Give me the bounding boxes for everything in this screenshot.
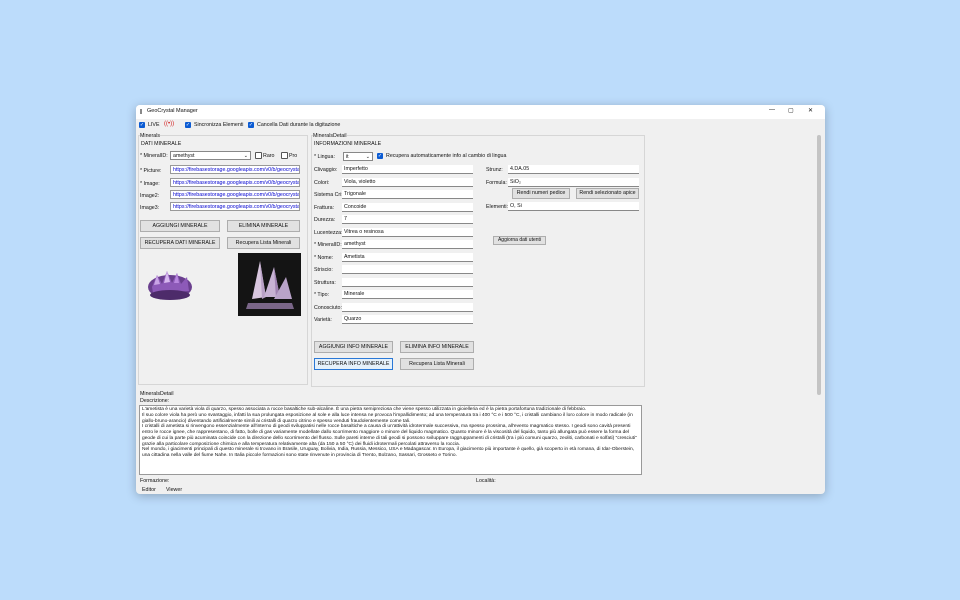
auto-fetch-label: Recupera automaticamente info al cambio …: [386, 153, 507, 159]
window-title: GeoCrystal Manager: [147, 108, 198, 114]
fetch-mineral-button[interactable]: RECUPERA DATI MINERALE: [140, 237, 220, 249]
live-checkbox[interactable]: ✓: [139, 122, 145, 128]
lingua-label: * Lingua:: [314, 154, 335, 160]
descrizione-label: Descrizione:: [140, 398, 170, 404]
image-url-field[interactable]: https://firebasestorage.googleapis.com/v…: [170, 178, 300, 187]
picture-label: * Picture:: [140, 168, 162, 174]
auto-fetch-checkbox[interactable]: ✓: [377, 153, 383, 159]
pro-label: Pro: [289, 153, 298, 159]
lingua-select[interactable]: it ⌄: [343, 152, 373, 161]
live-signal-icon: ((•)): [164, 121, 175, 127]
live-label: LIVE: [148, 122, 160, 128]
frattura-field[interactable]: Concoide: [342, 203, 473, 212]
strunz-label: Strunz:: [486, 167, 503, 173]
bottom-group-title: MineralsDetail: [140, 391, 174, 397]
close-button[interactable]: ✕: [808, 107, 813, 114]
field-label: * Nome:: [314, 255, 334, 261]
image-image: [238, 253, 301, 316]
delete-info-button[interactable]: ELIMINA INFO MINERALE: [400, 341, 474, 353]
lucentezza-field[interactable]: Vitrea o resinosa: [342, 228, 473, 237]
localita-label: Località:: [476, 478, 496, 484]
delete-mineral-button[interactable]: ELIMINA MINERALE: [227, 220, 300, 232]
maximize-button[interactable]: ▢: [788, 107, 794, 114]
field-label: Clivaggio:: [314, 167, 338, 173]
raro-label: Raro: [263, 153, 275, 159]
sync-label: Sincronizza Elementi: [194, 122, 244, 128]
varieta-field[interactable]: Quarzo: [342, 315, 473, 324]
image-label: * Image:: [140, 181, 160, 187]
update-users-button[interactable]: Aggiorna dati utenti: [493, 236, 546, 245]
mineral-id-value: amethyst: [173, 153, 195, 159]
superscript-selection-button[interactable]: Rendi selezionato apice: [576, 188, 639, 199]
durezza-field[interactable]: 7: [342, 215, 473, 224]
details-section-title: INFORMAZIONI MINERALE: [314, 141, 382, 147]
image2-label: Image2:: [140, 193, 160, 199]
minimize-button[interactable]: —: [769, 107, 775, 113]
formula-label: Formula:: [486, 180, 507, 186]
fetch-info-button[interactable]: RECUPERA INFO MINERALE: [314, 358, 393, 370]
picture-image: [143, 257, 195, 309]
add-mineral-button[interactable]: AGGIUNGI MINERALE: [140, 220, 220, 232]
formazione-label: Formazione:: [140, 478, 170, 484]
clear-checkbox[interactable]: ✓: [248, 122, 254, 128]
chevron-down-icon: ⌄: [365, 154, 370, 160]
elementi-field[interactable]: O, Si: [508, 202, 639, 211]
formula-field[interactable]: SiO₂: [508, 178, 639, 187]
fetch-mineral-list-button[interactable]: Recupera Lista Minerali: [227, 237, 300, 249]
image3-label: Image3:: [140, 205, 160, 211]
field-label: Struttura:: [314, 280, 336, 286]
tipo-field[interactable]: Minerale: [342, 290, 473, 299]
struttura-field[interactable]: [342, 278, 473, 287]
sync-checkbox[interactable]: ✓: [185, 122, 191, 128]
minerals-group-title: Minerals: [140, 133, 161, 139]
field-label: * MineralID:: [314, 242, 342, 248]
picture-url-field[interactable]: https://firebasestorage.googleapis.com/v…: [170, 165, 300, 174]
field-label: Lucentezza:: [314, 230, 343, 236]
subscript-numbers-button[interactable]: Rendi numeri pedice: [512, 188, 570, 199]
sistema-cristallino-field[interactable]: Trigonale: [342, 190, 473, 199]
mineral-id-label: * MineralID:: [140, 153, 168, 159]
image3-url-field[interactable]: https://firebasestorage.googleapis.com/v…: [170, 202, 300, 211]
chevron-down-icon: ⌄: [243, 153, 248, 159]
colori-field[interactable]: Viola, violetto: [342, 178, 473, 187]
field-label: Sistema Cri:: [314, 192, 343, 198]
clear-label: Cancella Dati durante la digitazione: [257, 122, 341, 128]
details-group-title: MineralsDetail: [313, 133, 347, 139]
clivaggio-field[interactable]: Imperfetto: [342, 165, 473, 174]
conosciuto-field[interactable]: [342, 303, 473, 312]
vertical-scrollbar[interactable]: [817, 135, 821, 395]
minerals-section-title: DATI MINERALE: [141, 141, 182, 147]
image2-url-field[interactable]: https://firebasestorage.googleapis.com/v…: [170, 190, 300, 199]
strunz-field[interactable]: 4.DA.05: [508, 165, 639, 174]
app-window: GeoCrystal Manager — ▢ ✕ ✓ LIVE ((•)) ✓ …: [136, 105, 825, 494]
description-textarea[interactable]: L'ametista è una varietà viola di quarzo…: [139, 405, 642, 475]
tab-editor[interactable]: Editor: [142, 487, 156, 493]
detail-mineral-id-field[interactable]: amethyst: [342, 240, 473, 249]
field-label: * Tipo:: [314, 292, 330, 298]
field-label: Conosciuto:: [314, 305, 342, 311]
nome-field[interactable]: Ametista: [342, 253, 473, 262]
mineral-id-select[interactable]: amethyst ⌄: [170, 151, 251, 160]
lingua-value: it: [346, 154, 349, 160]
field-label: Durezza:: [314, 217, 336, 223]
raro-checkbox[interactable]: [255, 152, 262, 159]
striscio-field[interactable]: [342, 265, 473, 274]
tab-viewer[interactable]: Viewer: [166, 487, 182, 493]
title-bar: GeoCrystal Manager — ▢ ✕: [136, 105, 825, 119]
fetch-list-button[interactable]: Recupera Lista Minerali: [400, 358, 474, 370]
field-label: Colori:: [314, 180, 330, 186]
field-label: Varietà:: [314, 317, 332, 323]
add-info-button[interactable]: AGGIUNGI INFO MINERALE: [314, 341, 393, 353]
field-label: Frattura:: [314, 205, 335, 211]
field-label: Striscio:: [314, 267, 333, 273]
pro-checkbox[interactable]: [281, 152, 288, 159]
app-icon: [140, 109, 142, 114]
elementi-label: Elementi:: [486, 204, 509, 210]
